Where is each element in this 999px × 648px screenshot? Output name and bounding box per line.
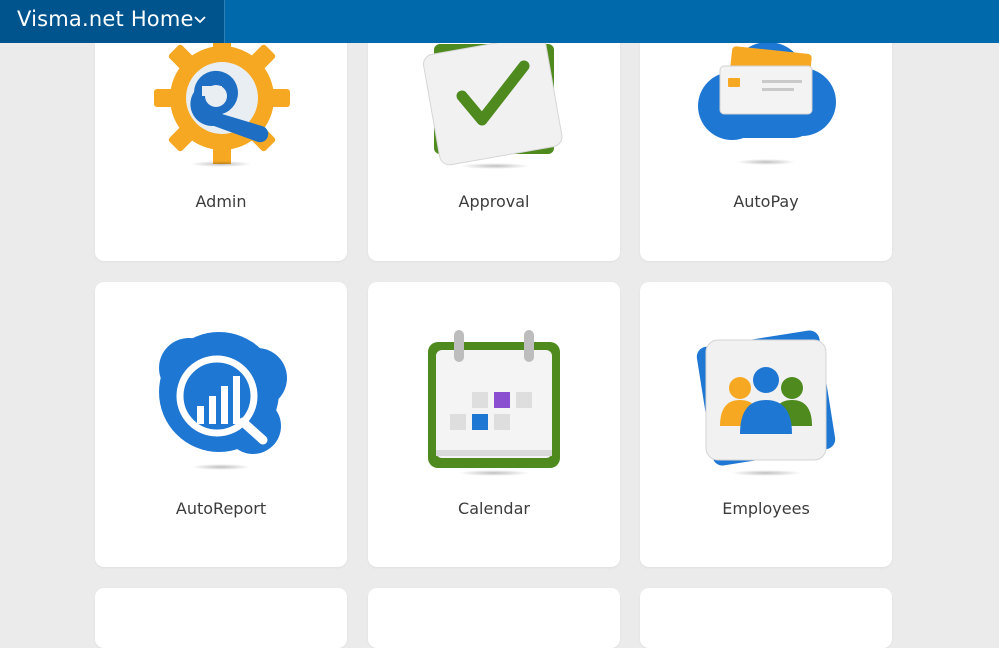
icon-shadow [458,470,530,476]
app-tile-calendar[interactable]: Calendar [368,282,620,567]
app-tile-label: AutoReport [175,499,267,518]
autopay-cloud-cards-icon [698,42,836,140]
icon-shadow [191,464,251,470]
admin-gear-wrench-icon [154,34,290,164]
app-tile-partial[interactable] [640,588,892,648]
approval-checkmark-icon [423,35,563,166]
app-tile-label: Admin [195,192,247,211]
app-tile-label: Approval [458,192,530,211]
app-tile-label: AutoPay [733,192,799,211]
calendar-icon [428,330,560,468]
autoreport-magnifier-chart-icon [159,332,287,454]
app-tile-label: Calendar [458,499,530,518]
home-menu-button[interactable]: Visma.net Home [0,0,225,43]
employees-people-icon [696,330,836,466]
app-tile-label: Employees [722,499,810,518]
top-navigation-bar: Visma.net Home [0,0,999,43]
app-tile-employees[interactable]: Employees [640,282,892,567]
app-tile-partial[interactable] [368,588,620,648]
chevron-down-icon [194,16,206,24]
app-tile-autoreport[interactable]: AutoReport [95,282,347,567]
app-tile-admin[interactable]: Admin [95,20,347,261]
app-title: Visma.net Home [17,7,194,31]
app-tile-grid: Admin Approval AutoPay AutoReport Calend… [0,0,999,648]
app-tile-partial[interactable] [95,588,347,648]
app-tile-approval[interactable]: Approval [368,20,620,261]
icon-shadow [190,161,252,167]
icon-shadow [460,163,530,169]
icon-shadow [736,159,796,165]
app-tile-autopay[interactable]: AutoPay [640,20,892,261]
icon-shadow [730,470,802,476]
